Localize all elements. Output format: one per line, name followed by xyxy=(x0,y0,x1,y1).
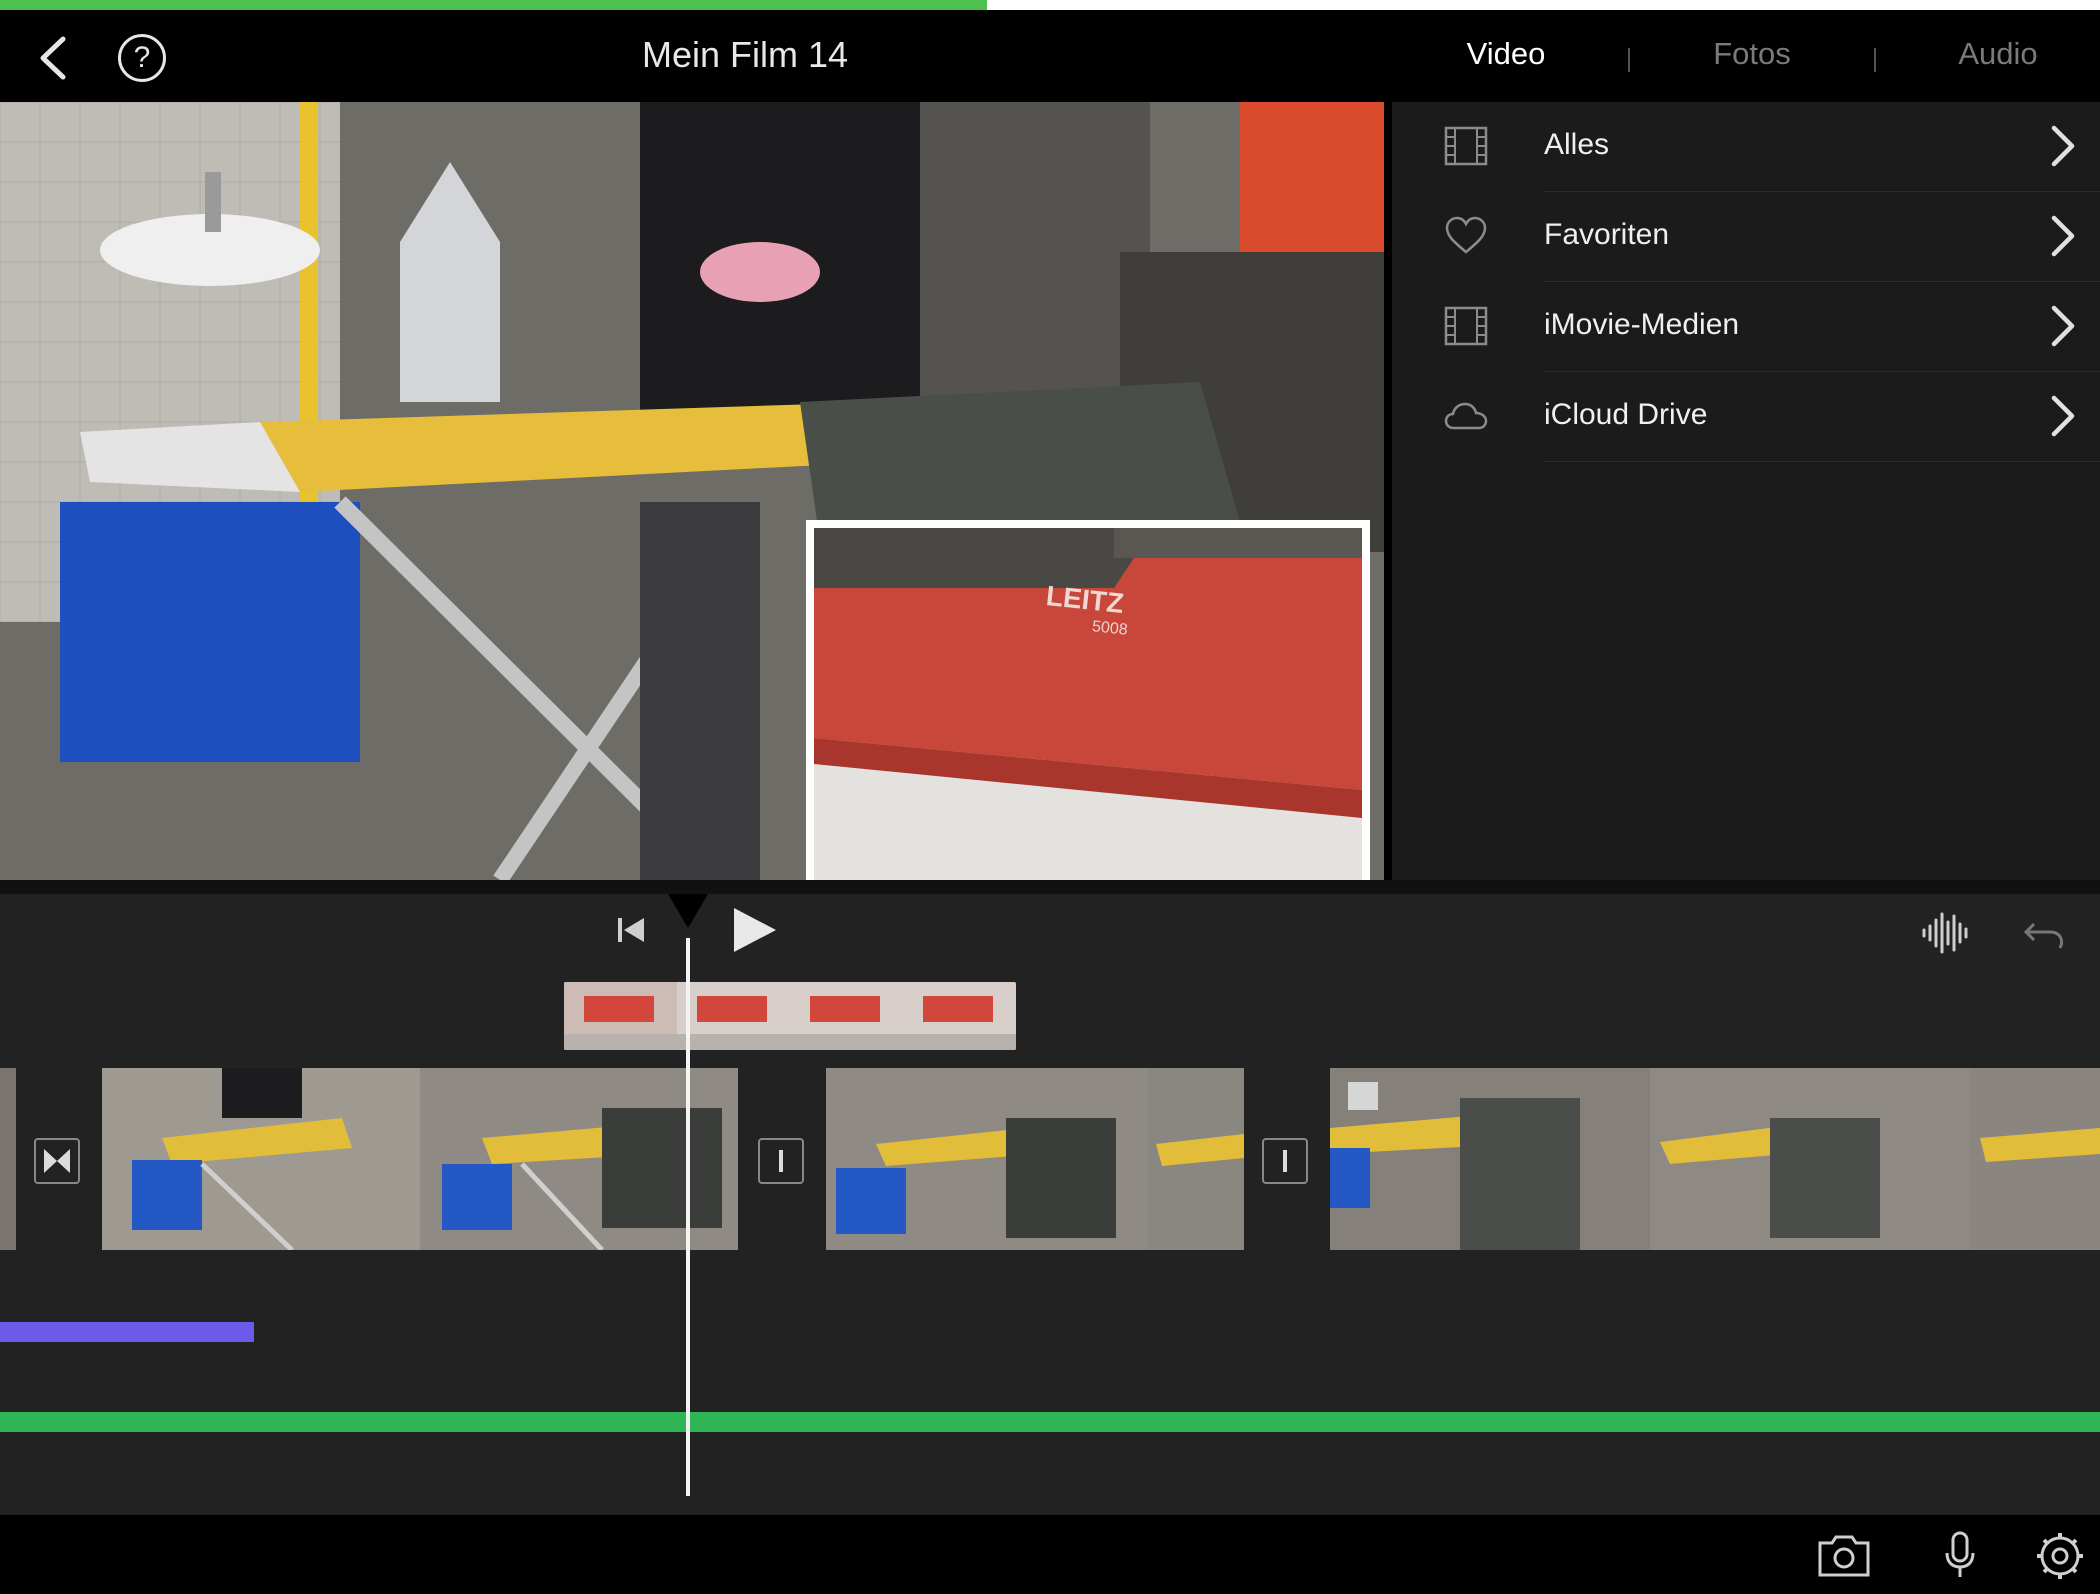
background-music-track[interactable] xyxy=(0,1412,2100,1432)
browser-item-label: Alles xyxy=(1544,128,1610,161)
top-progress-fill xyxy=(0,0,987,10)
chevron-right-icon xyxy=(2051,215,2075,257)
skip-to-start-button[interactable] xyxy=(612,910,652,950)
tab-divider xyxy=(1874,48,1876,72)
chevron-right-icon xyxy=(2051,395,2075,437)
browser-item-label: iMovie-Medien xyxy=(1544,308,1740,341)
timeline[interactable] xyxy=(0,880,2100,1515)
picture-in-picture-overlay[interactable]: LEITZ 5008 xyxy=(806,520,1370,880)
video-clip[interactable] xyxy=(826,1068,1244,1250)
cutaway-clip[interactable] xyxy=(564,982,1016,1050)
tab-fotos[interactable]: Fotos xyxy=(1652,36,1852,72)
film-icon xyxy=(1444,126,1488,166)
settings-icon xyxy=(2037,1533,2083,1579)
clip-thumbnails xyxy=(1330,1068,2100,1250)
pip-model-text: 5008 xyxy=(1091,618,1129,639)
play-icon xyxy=(734,908,776,952)
browser-item-label: iCloud Drive xyxy=(1544,398,1708,431)
camera-icon xyxy=(1818,1535,1870,1577)
transition-button[interactable] xyxy=(34,1138,80,1184)
skip-back-icon xyxy=(618,918,644,942)
transition-cut-icon xyxy=(1283,1150,1287,1172)
cloud-icon xyxy=(1444,402,1488,430)
audio-waveform-button[interactable] xyxy=(1920,910,1972,956)
tab-video[interactable]: Video xyxy=(1406,36,1606,72)
help-button[interactable]: ? xyxy=(118,34,166,82)
cutaway-thumbnails xyxy=(564,982,1016,1050)
transition-button[interactable] xyxy=(758,1138,804,1184)
top-progress-bar xyxy=(0,0,2100,10)
browser-item-label: Favoriten xyxy=(1544,218,1670,251)
browser-item-imovie-medien[interactable]: iMovie-Medien xyxy=(1392,282,2100,372)
project-title: Mein Film 14 xyxy=(641,34,849,75)
chevron-left-icon xyxy=(40,36,66,80)
tab-divider xyxy=(1628,48,1630,72)
microphone-icon xyxy=(1945,1531,1975,1577)
transition-bowtie-icon xyxy=(44,1149,70,1173)
title-badge-icon xyxy=(1352,1082,1378,1108)
help-icon: ? xyxy=(133,41,151,74)
film-icon xyxy=(1444,306,1488,346)
chevron-right-icon xyxy=(2051,305,2075,347)
video-clip[interactable] xyxy=(102,1068,738,1250)
browser-item-alles[interactable]: Alles xyxy=(1392,102,2100,192)
back-button[interactable] xyxy=(24,30,80,86)
browser-item-icloud-drive[interactable]: iCloud Drive xyxy=(1392,372,2100,462)
heart-icon xyxy=(1445,216,1487,254)
video-viewer[interactable]: LEITZ 5008 xyxy=(0,102,1384,880)
play-button[interactable] xyxy=(728,904,780,956)
playhead-marker[interactable] xyxy=(668,894,708,928)
playhead[interactable] xyxy=(686,938,690,1496)
media-browser: Alles Favoriten iMovie-Medien iCloud Dri… xyxy=(1392,102,2100,880)
transition-button[interactable] xyxy=(1262,1138,1308,1184)
undo-button[interactable] xyxy=(2020,910,2070,956)
clip-thumbnail xyxy=(0,1068,16,1250)
settings-button[interactable] xyxy=(2030,1531,2090,1581)
video-clip[interactable] xyxy=(0,1068,16,1250)
waveform-icon xyxy=(1922,912,1968,954)
transition-cut-icon xyxy=(779,1150,783,1172)
microphone-button[interactable] xyxy=(1930,1531,1990,1581)
bottom-toolbar xyxy=(0,1515,2100,1594)
row-separator xyxy=(1544,461,2100,462)
video-clip[interactable] xyxy=(1330,1068,2100,1250)
browser-item-favoriten[interactable]: Favoriten xyxy=(1392,192,2100,282)
undo-icon xyxy=(2023,922,2064,949)
timeline-divider xyxy=(0,880,2100,894)
chevron-right-icon xyxy=(2051,125,2075,167)
camera-button[interactable] xyxy=(1814,1531,1874,1581)
audio-clip-purple[interactable] xyxy=(0,1322,254,1342)
clip-thumbnails xyxy=(826,1068,1244,1250)
pip-frame xyxy=(814,528,1362,880)
navigation-bar: ? Mein Film 14 Video Fotos Audio xyxy=(0,10,2100,102)
clip-thumbnails xyxy=(102,1068,738,1250)
tab-audio[interactable]: Audio xyxy=(1898,36,2098,72)
